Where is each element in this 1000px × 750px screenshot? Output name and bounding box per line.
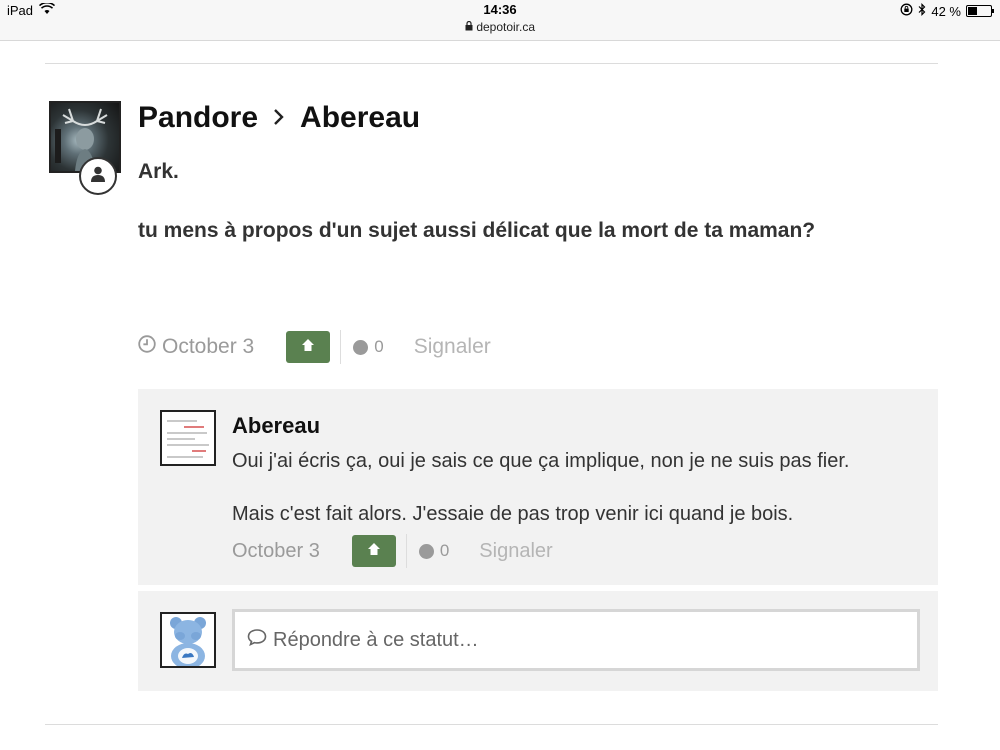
reaction-count[interactable]: 0 <box>353 337 384 357</box>
comment-reaction-count[interactable]: 0 <box>418 541 450 561</box>
post-text-line-2: tu mens à propos d'un sujet aussi délica… <box>138 219 816 242</box>
bluetooth-icon <box>918 3 926 19</box>
divider-bottom <box>45 724 938 725</box>
meta-separator <box>340 330 342 364</box>
post-title: Pandore Abereau <box>138 101 420 135</box>
chevron-right-icon <box>272 102 286 134</box>
divider-top <box>45 63 938 64</box>
reply-box: Répondre à ce statut… <box>138 591 938 691</box>
reply-input[interactable]: Répondre à ce statut… <box>232 609 920 671</box>
user-icon <box>89 165 107 188</box>
comment-text-line-1: Oui j'ai écris ça, oui je sais ce que ça… <box>232 450 850 472</box>
battery-icon <box>966 5 994 17</box>
post-meta: October 3 0 Signaler <box>138 329 491 365</box>
status-bar: iPad 14:36 depotoir.ca 42 % <box>0 0 1000 41</box>
post-date[interactable]: October 3 <box>138 335 254 359</box>
meta-separator <box>405 534 407 568</box>
upvote-button[interactable] <box>286 331 331 363</box>
post-date-text: October 3 <box>162 335 255 358</box>
clock-time: 14:36 <box>483 2 517 17</box>
comment-meta: October 3 0 Signaler <box>232 534 553 568</box>
status-right: 42 % <box>900 3 994 19</box>
lock-icon <box>465 20 476 34</box>
clock-icon <box>138 335 156 359</box>
reaction-dot-icon <box>353 339 369 355</box>
bear-image <box>170 617 206 666</box>
profile-badge <box>79 157 117 195</box>
speech-bubble-icon <box>247 628 267 652</box>
rotation-lock-icon <box>900 3 913 19</box>
commenter-avatar[interactable] <box>160 410 216 466</box>
reaction-dot-icon <box>418 543 434 559</box>
battery-percent: 42 % <box>931 3 961 19</box>
current-user-avatar[interactable] <box>160 612 216 668</box>
comment-upvote-button[interactable] <box>351 535 396 567</box>
comment-text-line-2: Mais c'est fait alors. J'essaie de pas t… <box>232 503 794 525</box>
commenter-name-link[interactable]: Abereau <box>232 413 320 439</box>
comment-report-link[interactable]: Signaler <box>479 540 552 563</box>
comment-reaction-count-text: 0 <box>439 541 450 560</box>
comment-date[interactable]: October 3 <box>232 540 320 563</box>
post-text-line-1: Ark. <box>138 160 179 183</box>
comment-box: Abereau Oui j'ai écris ça, oui je sais c… <box>138 389 938 585</box>
reaction-count-text: 0 <box>374 337 384 356</box>
url-text: depotoir.ca <box>476 20 536 34</box>
recipient-name-link[interactable]: Abereau <box>300 101 420 135</box>
report-link[interactable]: Signaler <box>414 335 491 359</box>
reply-placeholder: Répondre à ce statut… <box>273 628 479 651</box>
address-bar[interactable]: depotoir.ca <box>0 20 1000 34</box>
arrow-up-icon <box>366 540 382 563</box>
arrow-up-icon <box>300 335 316 359</box>
author-name-link[interactable]: Pandore <box>138 101 258 135</box>
